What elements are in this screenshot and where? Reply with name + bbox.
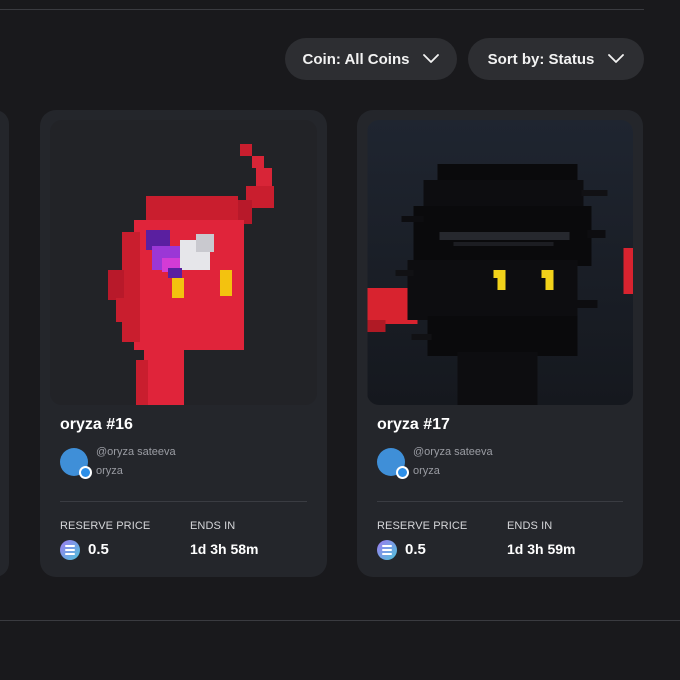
creator-avatar[interactable] — [60, 448, 92, 479]
ends-in-value: 1d 3h 59m — [507, 541, 576, 557]
solana-coin-icon — [60, 540, 80, 560]
ends-in-label: ENDS IN — [507, 520, 553, 532]
creator-handle[interactable]: @oryza sateeva — [96, 446, 176, 458]
nft-title[interactable]: oryza #17 — [377, 416, 450, 434]
creator-name: oryza — [413, 465, 440, 477]
bottom-divider — [0, 620, 680, 621]
creator-handle[interactable]: @oryza sateeva — [413, 446, 493, 458]
top-divider — [0, 9, 644, 10]
verified-badge-icon — [79, 466, 92, 479]
verified-badge-icon — [396, 466, 409, 479]
card-divider — [377, 501, 623, 502]
card-divider — [60, 501, 307, 502]
reserve-price-value: 0.5 — [88, 541, 109, 558]
sort-label: Sort by: Status — [487, 50, 595, 68]
nft-artwork[interactable] — [367, 120, 633, 405]
nft-artwork[interactable] — [50, 120, 317, 405]
coin-filter-dropdown[interactable]: Coin: All Coins — [285, 38, 457, 80]
creator-avatar[interactable] — [377, 448, 409, 479]
ninja-pixel-art — [367, 120, 633, 405]
creator-name: oryza — [96, 465, 123, 477]
sort-dropdown[interactable]: Sort by: Status — [468, 38, 644, 80]
reserve-price-label: RESERVE PRICE — [60, 520, 151, 532]
coin-filter-label: Coin: All Coins — [302, 50, 410, 68]
devil-pixel-art — [50, 120, 317, 405]
chevron-down-icon — [608, 54, 625, 63]
reserve-price-value: 0.5 — [405, 541, 426, 558]
ends-in-value: 1d 3h 58m — [190, 541, 259, 557]
ends-in-label: ENDS IN — [190, 520, 236, 532]
nft-card[interactable]: oryza #16 @oryza sateeva oryza RESERVE P… — [40, 110, 327, 577]
reserve-price-label: RESERVE PRICE — [377, 520, 468, 532]
nft-title[interactable]: oryza #16 — [60, 416, 133, 434]
chevron-down-icon — [423, 54, 440, 63]
nft-card[interactable]: oryza #17 @oryza sateeva oryza RESERVE P… — [357, 110, 643, 577]
solana-coin-icon — [377, 540, 397, 560]
previous-card-edge[interactable] — [0, 110, 9, 577]
